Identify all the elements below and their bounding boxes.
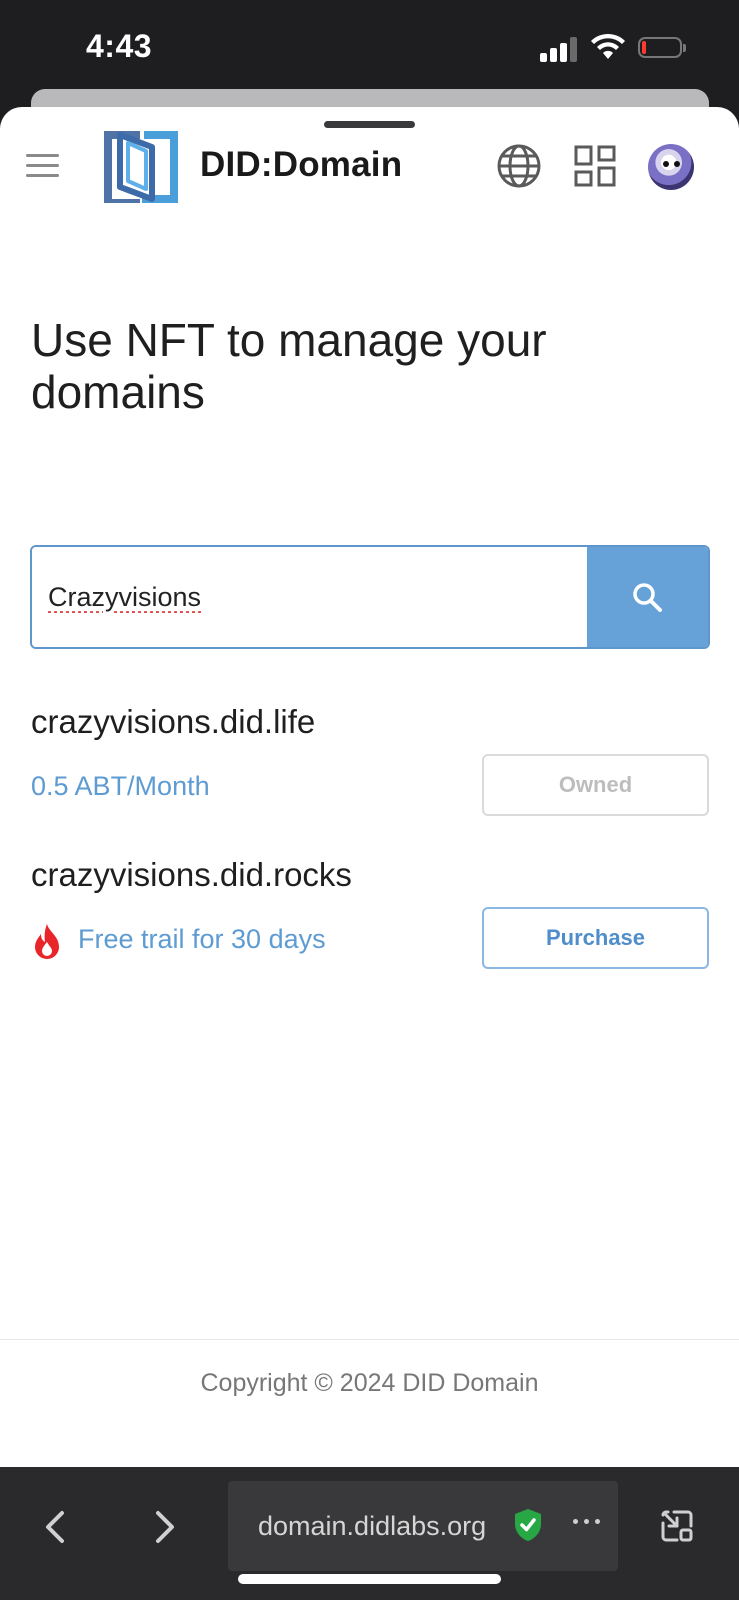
avatar[interactable] <box>648 144 694 190</box>
wifi-icon <box>591 33 625 59</box>
forward-arrow-icon[interactable] <box>150 1507 180 1547</box>
purchase-button[interactable]: Purchase <box>482 907 709 969</box>
back-arrow-icon[interactable] <box>40 1507 70 1547</box>
brand-name[interactable]: DID:Domain <box>200 145 402 185</box>
footer-divider <box>0 1339 739 1340</box>
home-indicator <box>238 1574 501 1584</box>
copyright-text: Copyright © 2024 DID Domain <box>200 1369 539 1397</box>
result-domain: crazyvisions.did.rocks <box>31 856 352 893</box>
search-input[interactable] <box>32 547 587 647</box>
page-title: Use NFT to manage your domains <box>31 314 547 418</box>
status-time: 4:43 <box>86 28 153 64</box>
status-bar: 4:43 <box>0 0 739 100</box>
search-icon <box>633 583 662 612</box>
minimize-window-icon[interactable] <box>660 1509 694 1543</box>
search-box <box>30 545 710 649</box>
owned-button: Owned <box>482 754 709 816</box>
battery-icon <box>638 37 686 58</box>
fire-icon <box>35 924 59 959</box>
apps-grid-icon[interactable] <box>574 145 616 187</box>
hamburger-menu-icon[interactable] <box>26 154 59 178</box>
result-item: crazyvisions.did.rocks Free trail for 30… <box>31 856 711 976</box>
search-button[interactable] <box>587 547 708 647</box>
url-bar[interactable]: domain.didlabs.org <box>228 1481 618 1571</box>
result-offer: Free trail for 30 days <box>78 924 326 954</box>
result-price: 0.5 ABT/Month <box>31 771 210 801</box>
cellular-signal-icon <box>540 36 580 62</box>
did-logo-icon[interactable] <box>100 127 182 207</box>
site-header: DID:Domain <box>0 107 739 227</box>
page-sheet: DID:Domain Use NFT to manage your domain… <box>0 107 739 1467</box>
result-domain: crazyvisions.did.life <box>31 703 316 740</box>
secure-shield-icon <box>515 1509 541 1541</box>
result-item: crazyvisions.did.life 0.5 ABT/Month Owne… <box>31 703 711 823</box>
more-options-icon[interactable] <box>573 1519 603 1529</box>
url-text: domain.didlabs.org <box>258 1511 487 1541</box>
globe-icon[interactable] <box>496 143 542 189</box>
